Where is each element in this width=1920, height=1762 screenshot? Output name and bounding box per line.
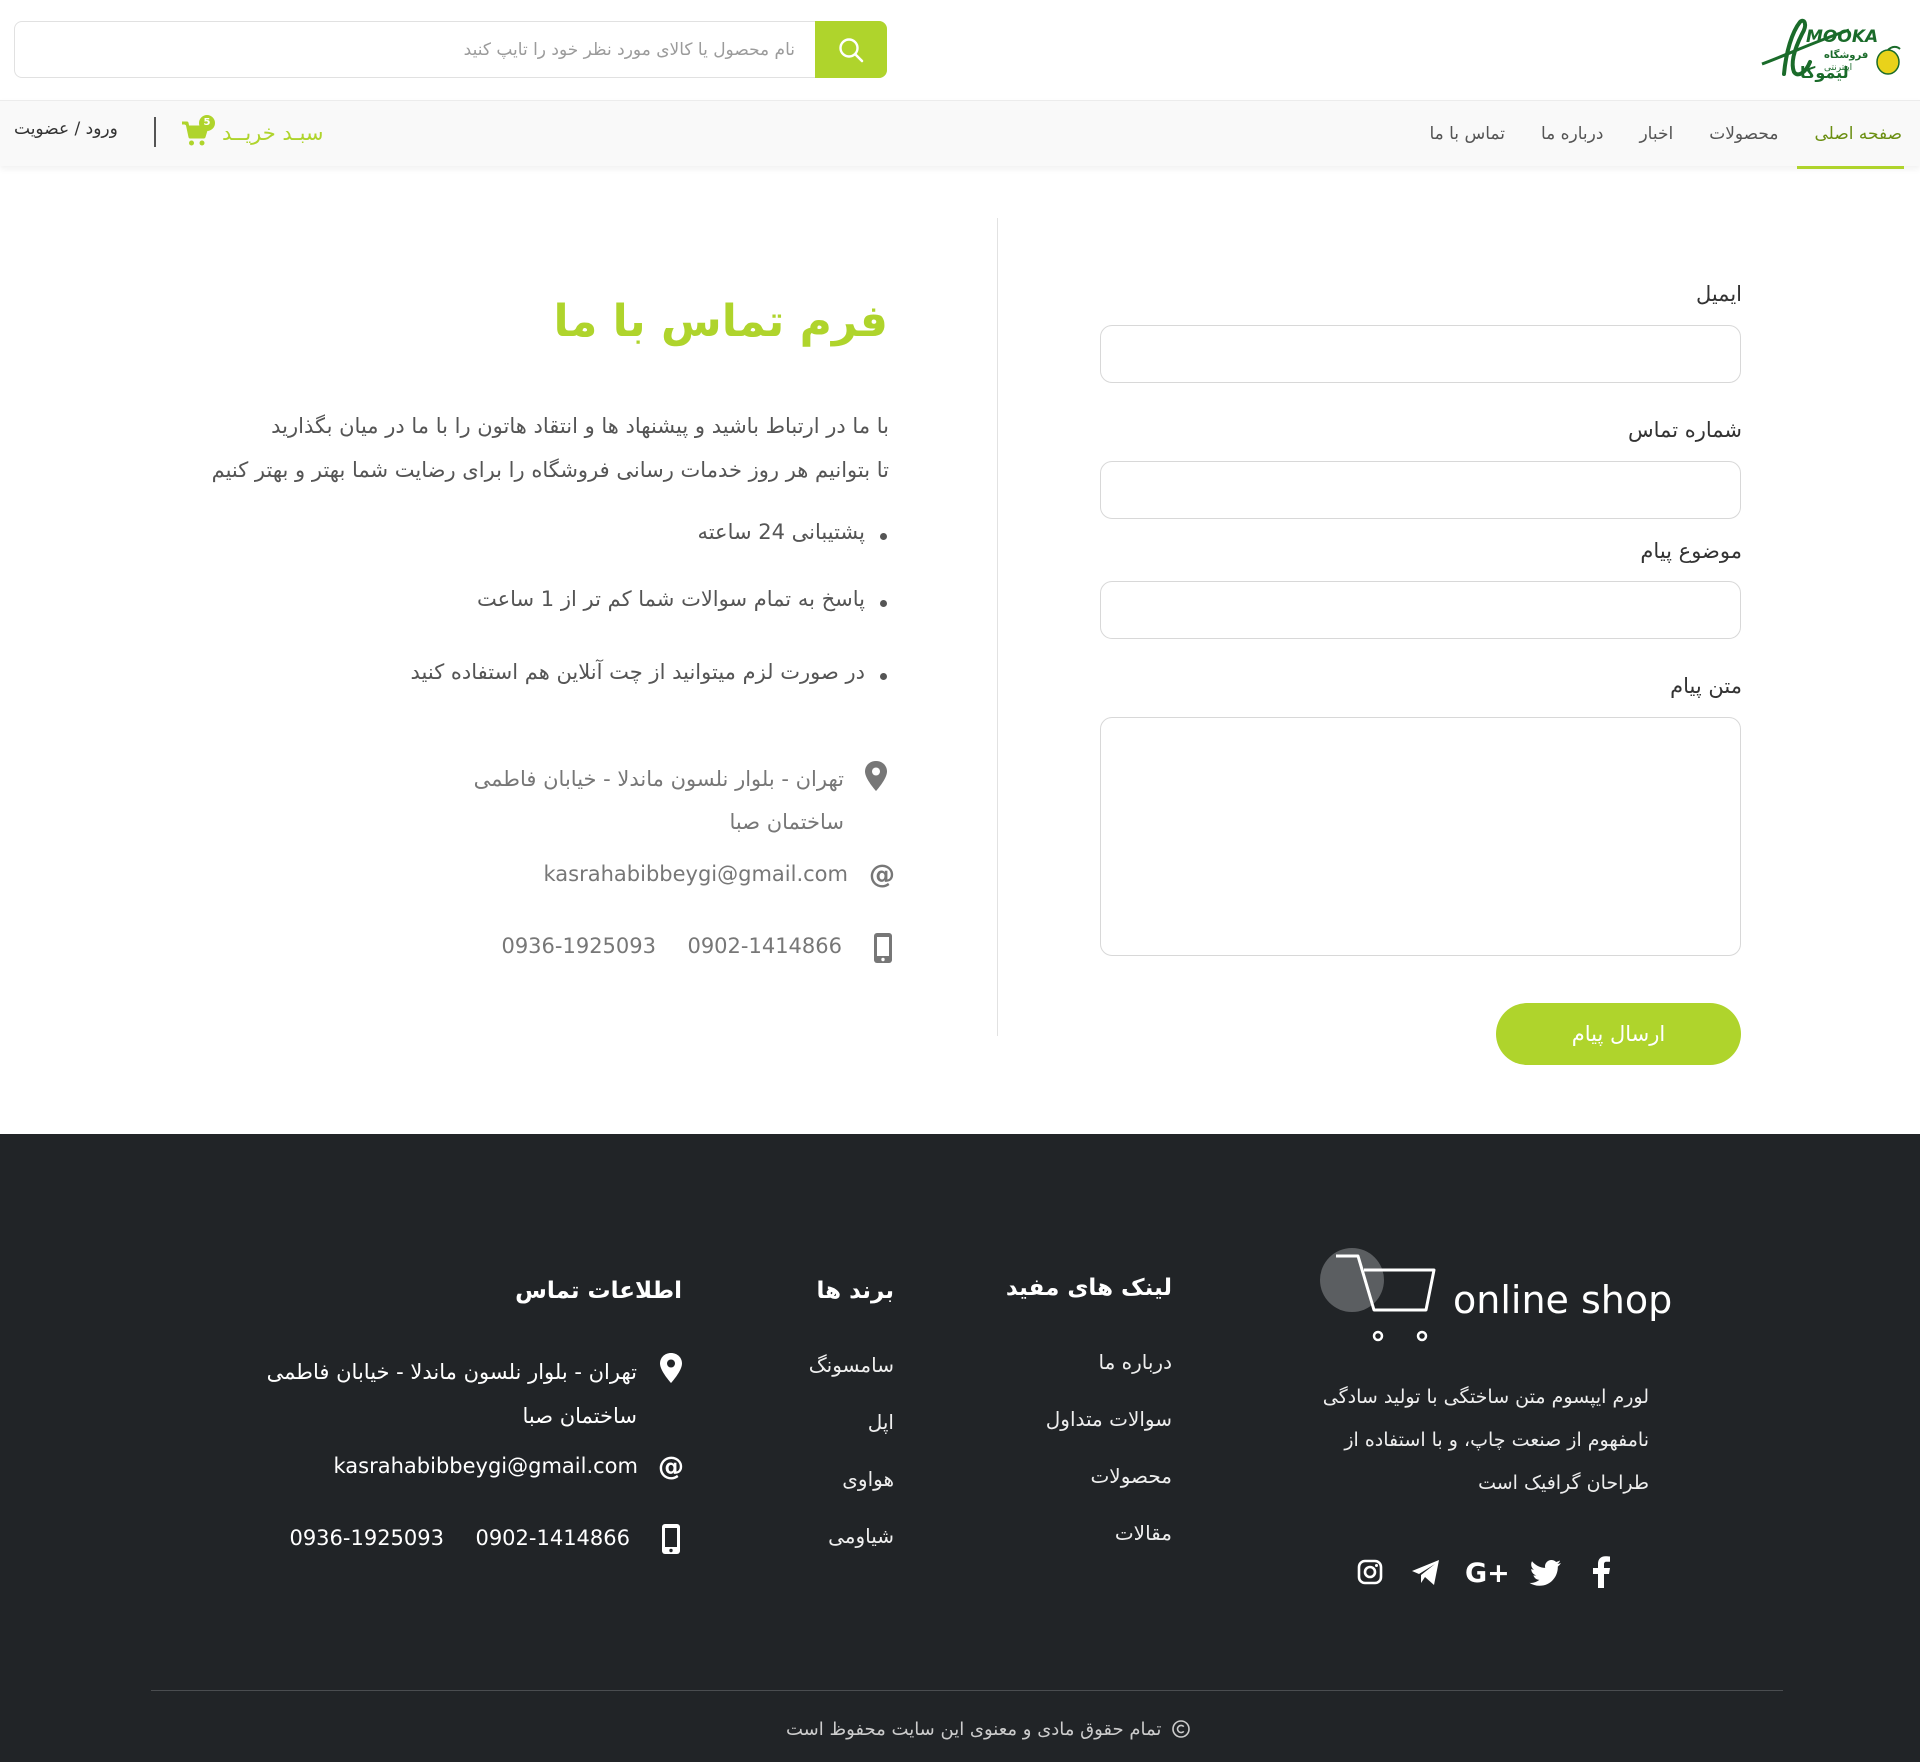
subject-field[interactable]: [1100, 581, 1741, 639]
search-input[interactable]: [15, 22, 815, 77]
nav-item-home[interactable]: صفحه اصلی: [1796, 101, 1905, 169]
useful-links-title: لینک های مفید: [1005, 1275, 1172, 1301]
social-links: G+: [1352, 1552, 1620, 1592]
phone-number-2[interactable]: 0936-1925093: [501, 934, 656, 958]
google-plus-icon[interactable]: G+: [1464, 1554, 1508, 1590]
footer-desc-line-2: نامفهوم از صنعت چاپ، و با استفاده از: [1344, 1429, 1649, 1451]
subject-label: موضوع پیام: [1640, 539, 1742, 563]
footer-divider: [151, 1690, 1783, 1691]
location-pin-icon: [865, 761, 887, 791]
address-line-2: ساختمان صبا: [729, 810, 844, 834]
brand-link[interactable]: سامسونگ: [809, 1353, 894, 1377]
footer-link-about[interactable]: درباره ما: [1098, 1350, 1172, 1374]
nav-separator: [154, 117, 156, 147]
email-label: ایمیل: [1695, 282, 1742, 306]
footer-link-faq[interactable]: سوالات متداول: [1046, 1407, 1172, 1431]
instagram-icon[interactable]: [1352, 1554, 1388, 1590]
search-button[interactable]: [815, 21, 887, 78]
message-label: متن پیام: [1670, 674, 1742, 698]
contact-intro-line-2: تا بتوانیم هر روز خدمات رسانی فروشگاه را…: [211, 458, 889, 482]
mobile-phone-icon: [662, 1524, 680, 1554]
brand-link[interactable]: اپل: [868, 1410, 894, 1434]
footer-address-line-1: تهران - بلوار نلسون ماندلا - خیابان فاطم…: [266, 1360, 637, 1384]
footer-desc-line-1: لورم ایپسوم متن ساختگی با تولید سادگی: [1322, 1386, 1649, 1408]
phone-field[interactable]: [1100, 461, 1741, 519]
at-sign-icon: @: [869, 860, 895, 890]
brands-title: برند ها: [816, 1278, 894, 1304]
twitter-icon[interactable]: [1528, 1554, 1564, 1590]
send-message-button[interactable]: ارسال پیام: [1496, 1003, 1741, 1065]
footer-link-articles[interactable]: مقالات: [1115, 1521, 1172, 1545]
search-bar: [14, 21, 887, 78]
footer-phone-1[interactable]: 0902-1414866: [475, 1526, 630, 1550]
footer-phone-2[interactable]: 0936-1925093: [289, 1526, 444, 1550]
column-divider: [997, 218, 998, 1036]
copyright-text: تمام حقوق مادی و معنوی این سایت محفوظ اس…: [786, 1718, 1162, 1740]
email-field[interactable]: [1100, 325, 1741, 383]
contact-phones: 0902-1414866 0936-1925093: [334, 932, 894, 968]
address-line-1: تهران - بلوار نلسون ماندلا - خیابان فاطم…: [473, 767, 844, 791]
phone-number-1[interactable]: 0902-1414866: [687, 934, 842, 958]
footer-email[interactable]: kasrahabibbeygi@gmail.com: [334, 1454, 638, 1478]
svg-text:G+: G+: [1465, 1558, 1508, 1589]
nav-item-contact[interactable]: تماس با ما: [1411, 101, 1523, 167]
contact-intro: با ما در ارتباط باشید و پیشنهاد ها و انت…: [129, 404, 889, 492]
message-textarea[interactable]: [1100, 717, 1741, 956]
cart-count-badge: 5: [199, 115, 215, 131]
cart-button[interactable]: 5 سبـد خریــد: [180, 115, 324, 151]
nav-menu: صفحه اصلی محصولات اخبار درباره ما تماس ب…: [1411, 101, 1905, 169]
location-pin-icon: [660, 1353, 682, 1383]
nav-item-news[interactable]: اخبار: [1621, 101, 1691, 167]
footer-description: لورم ایپسوم متن ساختگی با تولید سادگی نا…: [1249, 1376, 1649, 1505]
nav-item-about[interactable]: درباره ما: [1523, 101, 1622, 167]
copyright-icon: [1172, 1720, 1191, 1738]
contact-intro-line-1: با ما در ارتباط باشید و پیشنهاد ها و انت…: [271, 414, 889, 438]
svg-text:لیموکا: لیموکا: [1800, 63, 1849, 82]
phone-label: شماره تماس: [1628, 418, 1742, 442]
feature-item: در صورت لزم میتوانید از چت آنلاین هم است…: [411, 660, 889, 684]
cart-label: سبـد خریــد: [222, 121, 324, 145]
feature-item: پشتیبانی 24 ساعته: [697, 520, 889, 544]
top-header: MOOKA فروشگاه اینترنتی لیموکا: [0, 0, 1920, 100]
email-text[interactable]: kasrahabibbeygi@gmail.com: [544, 862, 848, 886]
brand-link[interactable]: شیاومی: [828, 1524, 894, 1548]
feature-item: پاسخ به تمام سوالات شما کم تر از 1 ساعت: [477, 587, 889, 611]
svg-text:فروشگاه: فروشگاه: [1824, 48, 1868, 61]
footer-link-products[interactable]: محصولات: [1090, 1464, 1172, 1488]
nav-item-products[interactable]: محصولات: [1691, 101, 1796, 167]
svg-text:MOOKA: MOOKA: [1806, 27, 1878, 47]
main-navbar: صفحه اصلی محصولات اخبار درباره ما تماس ب…: [0, 100, 1920, 169]
contact-address: تهران - بلوار نلسون ماندلا - خیابان فاطم…: [468, 758, 888, 848]
footer-desc-line-3: طراحان گرافیک است: [1478, 1472, 1649, 1494]
site-logo[interactable]: MOOKA فروشگاه اینترنتی لیموکا: [1754, 12, 1904, 84]
login-register-link[interactable]: ورود / عضویت: [14, 119, 118, 139]
mobile-phone-icon: [874, 933, 892, 963]
facebook-icon[interactable]: [1584, 1554, 1620, 1590]
cart-icon: 5: [180, 115, 215, 148]
telegram-icon[interactable]: [1408, 1554, 1444, 1590]
footer-address: تهران - بلوار نلسون ماندلا - خیابان فاطم…: [267, 1350, 637, 1438]
contact-email: @ kasrahabibbeygi@gmail.com: [475, 860, 895, 896]
contact-info-title: اطلاعات تماس: [515, 1278, 682, 1304]
copyright: تمام حقوق مادی و معنوی این سایت محفوظ اس…: [786, 1716, 1191, 1742]
footer-address-line-2: ساختمان صبا: [522, 1404, 637, 1428]
brand-link[interactable]: هواوی: [842, 1467, 894, 1491]
limooka-logo-icon: MOOKA فروشگاه اینترنتی لیموکا: [1761, 18, 1901, 82]
contact-title: فرم تماس با ما: [553, 296, 888, 347]
footer-shop-title: online shop: [1453, 1278, 1673, 1322]
search-icon: [839, 37, 864, 62]
at-sign-icon: @: [658, 1452, 684, 1482]
